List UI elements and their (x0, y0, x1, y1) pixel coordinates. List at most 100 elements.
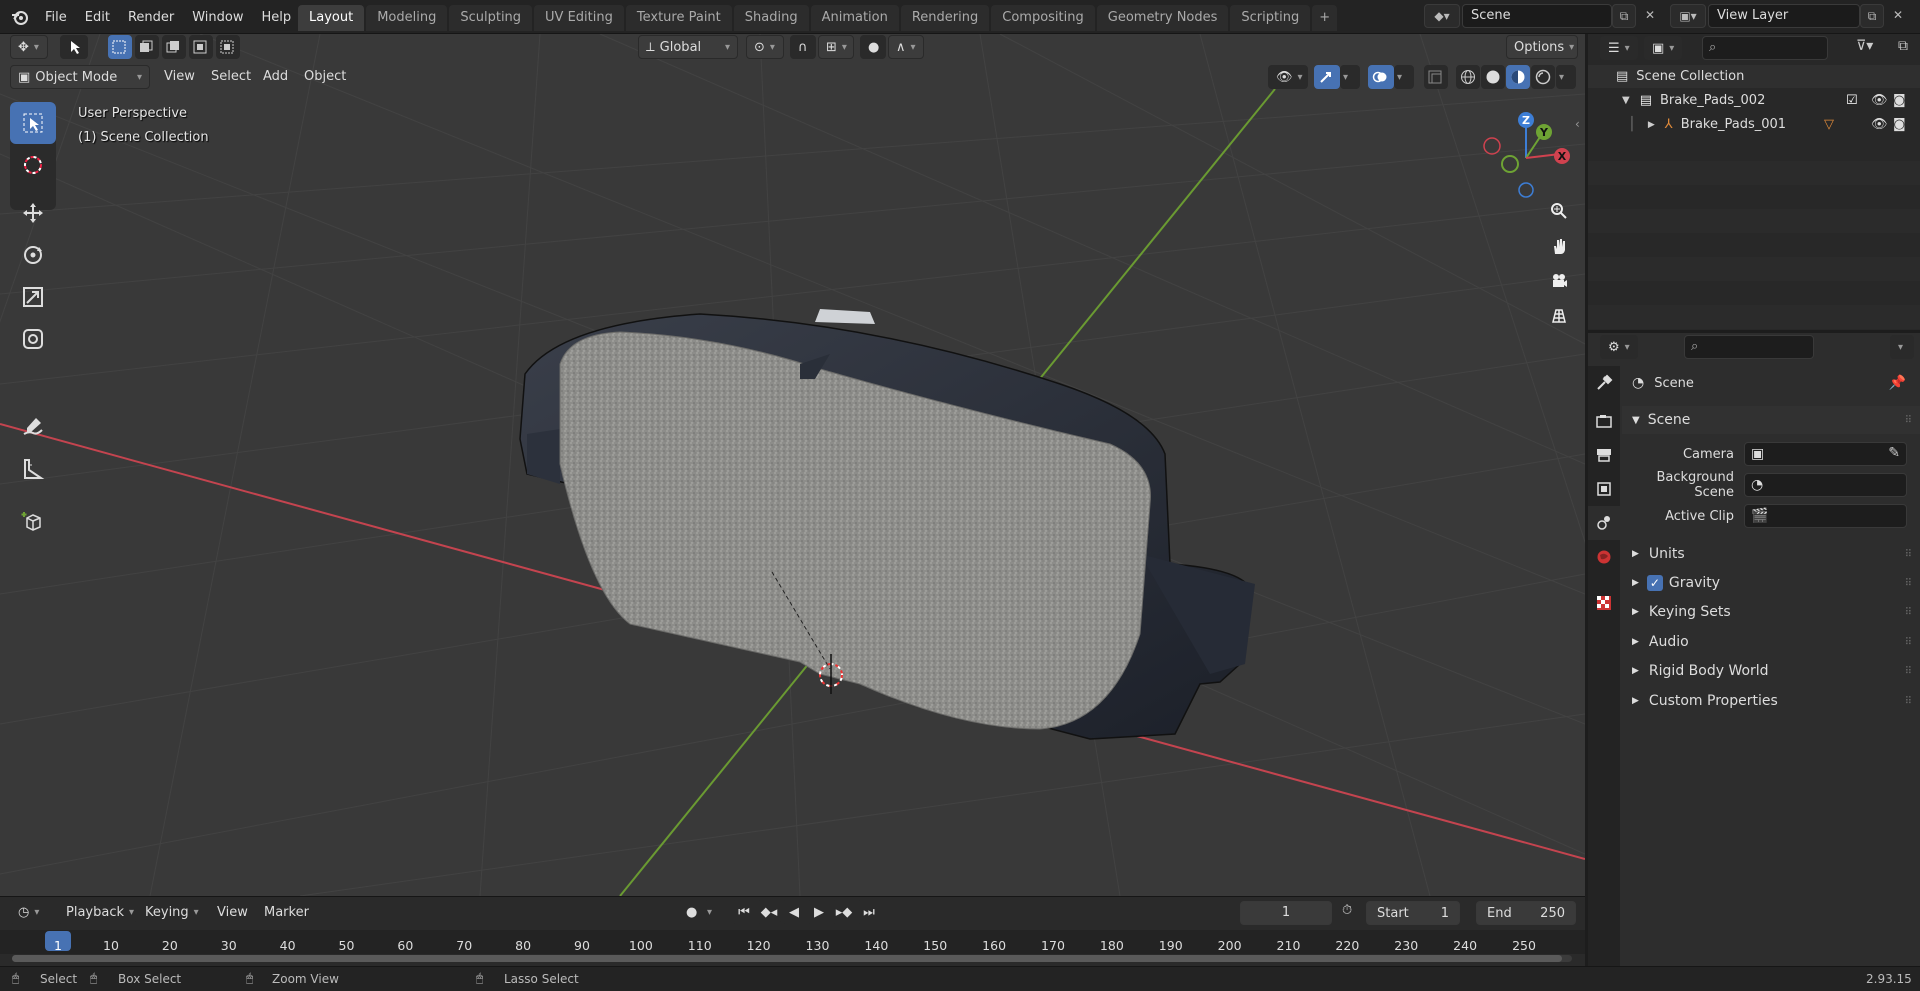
scale-tool-icon[interactable] (10, 276, 56, 318)
tool-settings-icon[interactable] (1588, 366, 1620, 400)
next-keyframe-icon[interactable]: ▸◆ (832, 900, 856, 924)
material-shading-icon[interactable] (1506, 65, 1530, 89)
delete-scene-icon[interactable]: ✕ (1638, 4, 1662, 28)
display-mode-button[interactable]: ▣ ▾ (1644, 36, 1682, 60)
navigation-gizmo[interactable]: Z Y X (1478, 106, 1578, 206)
menu-view[interactable]: View (164, 69, 195, 84)
eyedropper-icon[interactable]: ✎ (1888, 445, 1900, 461)
solid-shading-icon[interactable] (1481, 65, 1505, 89)
editor-type-button[interactable]: ✥ ▾ (10, 35, 48, 59)
select-new-icon[interactable] (108, 35, 132, 59)
measure-tool-icon[interactable] (10, 448, 56, 490)
3d-viewport[interactable]: User Perspective (1) Scene Collection Z … (0, 34, 1585, 896)
scene-properties-icon[interactable] (1588, 506, 1620, 540)
end-frame-field[interactable]: End 250 (1476, 901, 1576, 925)
jump-end-icon[interactable]: ⏭ (857, 900, 881, 924)
pin-icon[interactable]: 📌 (1889, 375, 1906, 391)
outliner-search-input[interactable]: ⌕ (1702, 36, 1828, 60)
drag-handle-icon[interactable]: ⠿ (1905, 666, 1912, 677)
pan-hand-icon[interactable] (1544, 231, 1574, 261)
expand-arrow-icon[interactable]: ▶ (1648, 120, 1655, 130)
rotate-tool-icon[interactable] (10, 234, 56, 276)
select-subtract-icon[interactable] (162, 35, 186, 59)
sidebar-collapse-icon[interactable]: ‹ (1575, 117, 1580, 131)
scene-panel-header[interactable]: ▼ Scene ⠿ (1622, 406, 1920, 434)
keying-sets-panel-header[interactable]: ▶ Keying Sets ⠿ (1622, 598, 1920, 626)
tab-animation[interactable]: Animation (810, 5, 899, 31)
drag-handle-icon[interactable]: ⠿ (1905, 578, 1912, 589)
visibility-dropdown[interactable]: 👁 ▾ (1268, 65, 1308, 89)
prev-keyframe-icon[interactable]: ◆◂ (757, 900, 781, 924)
options-dropdown[interactable]: Options ▾ (1506, 35, 1578, 59)
tab-rendering[interactable]: Rendering (900, 5, 990, 31)
menu-add[interactable]: Add (263, 69, 288, 84)
zoom-icon[interactable] (1544, 196, 1574, 226)
record-button[interactable]: ● (678, 900, 704, 924)
transform-tool-icon[interactable] (10, 318, 56, 360)
annotate-tool-icon[interactable] (10, 406, 56, 448)
tab-modeling[interactable]: Modeling (366, 5, 448, 31)
outliner-item-object[interactable]: │ ▶ ⅄ Brake_Pads_001 ▽ 👁 ◙ (1588, 113, 1920, 136)
rigid-body-world-panel-header[interactable]: ▶ Rigid Body World ⠿ (1622, 657, 1920, 685)
scene-type-icon[interactable]: ◆▾ (1424, 4, 1460, 28)
tab-texture-paint[interactable]: Texture Paint (625, 5, 732, 31)
tab-geometry-nodes[interactable]: Geometry Nodes (1096, 5, 1229, 31)
timeline-view-menu[interactable]: View (217, 905, 248, 920)
overlay-dropdown[interactable]: ▾ (1394, 65, 1414, 89)
tab-sculpting[interactable]: Sculpting (449, 5, 533, 31)
move-tool-icon[interactable] (10, 192, 56, 234)
tab-uv-editing[interactable]: UV Editing (534, 5, 624, 31)
render-camera-icon[interactable]: ◙ (1893, 117, 1906, 132)
filter-icon[interactable]: ⊽▾ (1856, 38, 1873, 54)
camera-view-icon[interactable] (1544, 266, 1574, 296)
xray-toggle-icon[interactable] (1424, 65, 1448, 89)
texture-properties-icon[interactable] (1588, 586, 1620, 620)
proportional-falloff-dropdown[interactable]: ∧ ▾ (888, 35, 924, 59)
new-view-layer-icon[interactable]: ⧉ (1860, 4, 1884, 28)
menu-file[interactable]: File (36, 10, 76, 25)
marker-menu[interactable]: Marker (264, 905, 309, 920)
units-panel-header[interactable]: ▶ Units ⠿ (1622, 540, 1920, 568)
menu-object[interactable]: Object (304, 69, 346, 84)
view-layer-selector[interactable]: View Layer (1708, 4, 1860, 28)
render-camera-icon[interactable]: ◙ (1893, 93, 1906, 108)
play-icon[interactable]: ▶ (807, 900, 831, 924)
active-clip-field[interactable]: 🎬 (1744, 504, 1907, 528)
transform-orientation-dropdown[interactable]: ⟂ Global ▾ (638, 35, 738, 59)
gizmo-dropdown[interactable]: ▾ (1340, 65, 1360, 89)
outliner-item-collection[interactable]: ▼ ▤ Brake_Pads_002 ☑ 👁 ◙ (1588, 89, 1920, 112)
grid-view-icon[interactable] (1544, 301, 1574, 331)
drag-handle-icon[interactable]: ⠿ (1905, 549, 1912, 560)
menu-render[interactable]: Render (119, 10, 183, 25)
drag-handle-icon[interactable]: ⠿ (1905, 696, 1912, 707)
outliner-editor-type-button[interactable]: ☰ ▾ (1600, 36, 1638, 60)
tab-compositing[interactable]: Compositing (991, 5, 1095, 31)
mode-dropdown[interactable]: ▣ Object Mode ▾ (10, 65, 150, 89)
drag-handle-icon[interactable]: ⠿ (1905, 607, 1912, 618)
play-reverse-icon[interactable]: ◀ (782, 900, 806, 924)
jump-start-icon[interactable]: ⏮ (732, 900, 756, 924)
include-checkbox-icon[interactable]: ☑ (1846, 93, 1858, 108)
timeline-scrollbar[interactable] (12, 955, 1572, 962)
menu-help[interactable]: Help (253, 10, 301, 25)
rendered-shading-icon[interactable] (1531, 65, 1555, 89)
wireframe-shading-icon[interactable] (1456, 65, 1480, 89)
custom-properties-panel-header[interactable]: ▶ Custom Properties ⠿ (1622, 687, 1920, 715)
gravity-panel-header[interactable]: ▶ ✓ Gravity ⠿ (1622, 569, 1920, 597)
select-extend-icon[interactable] (135, 35, 159, 59)
new-collection-icon[interactable]: ⧉ (1898, 38, 1908, 54)
select-intersect-icon[interactable] (216, 35, 240, 59)
blender-logo-icon[interactable] (10, 7, 30, 27)
visibility-eye-icon[interactable]: 👁 (1871, 117, 1888, 132)
view-layer-properties-icon[interactable] (1588, 472, 1620, 506)
cursor-tool-icon[interactable] (10, 144, 56, 186)
overlay-toggle-icon[interactable] (1368, 65, 1394, 89)
add-workspace-button[interactable]: + (1312, 5, 1338, 31)
add-cube-tool-icon[interactable] (10, 500, 56, 542)
select-tool-icon[interactable] (10, 102, 56, 144)
pivot-point-dropdown[interactable]: ⊙ ▾ (746, 35, 784, 59)
preview-range-icon[interactable]: ⏱ (1342, 903, 1352, 918)
visibility-eye-icon[interactable]: 👁 (1871, 93, 1888, 108)
gizmo-toggle-icon[interactable] (1314, 65, 1340, 89)
tab-shading[interactable]: Shading (733, 5, 809, 31)
